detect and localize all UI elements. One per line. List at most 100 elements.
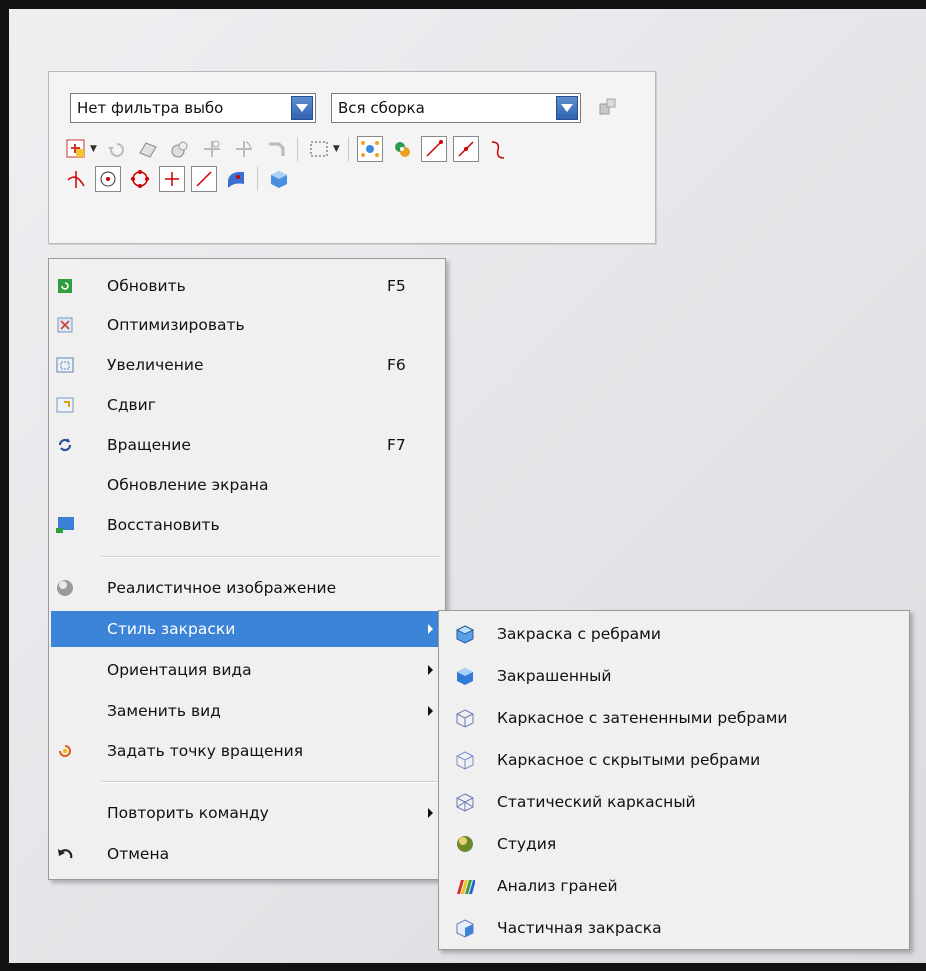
selection-toolbar: Нет фильтра выбо Вся сборка ▼ ▼ [48,71,656,244]
menu-item-label: Анализ граней [497,877,618,895]
toolbar-divider [257,167,258,191]
menu-item-label: Студия [497,835,557,853]
wireframe-dim-icon [455,708,475,728]
static-wireframe-icon [455,792,475,812]
chevron-down-icon[interactable]: ▼ [333,144,340,154]
sphere-icon [55,578,75,598]
control-point-icon[interactable] [485,136,511,162]
menu-item-label: Увеличение [107,356,204,374]
curve-snap-icon[interactable] [231,136,257,162]
shaded-icon [455,666,475,686]
restore-icon [55,515,75,535]
menu-item-label: Повторить команду [107,804,269,822]
chevron-down-icon[interactable] [556,96,578,120]
shaded-cube-icon[interactable] [266,166,292,192]
menu-item-rendering-style[interactable]: Стиль закраски [51,611,443,647]
snap-points-icon[interactable] [356,136,383,162]
menu-item-label: Статический каркасный [497,793,696,811]
menu-item-set-rotation-point[interactable]: Задать точку вращения [51,733,443,769]
arc-center-icon[interactable] [95,166,121,192]
menu-item-label: Стиль закраски [107,620,236,638]
menu-item-orient-view[interactable]: Ориентация вида [51,652,443,688]
view-context-menu: Обновить F5 Оптимизировать Увеличение F6… [48,258,446,880]
menu-item-label: Ориентация вида [107,661,252,679]
fit-icon [55,315,75,335]
menu-item-undo[interactable]: Отмена [51,836,443,872]
rectangle-select-icon[interactable] [306,136,332,162]
menu-item-rotate[interactable]: Вращение F7 [51,427,443,463]
pan-icon [55,395,75,415]
menu-item-shortcut: F6 [387,356,406,374]
general-selection-icon[interactable] [63,136,89,162]
menu-item-label: Заменить вид [107,702,221,720]
toolbar-divider [296,137,298,161]
undo-icon [55,844,75,864]
refresh-icon [55,276,75,296]
toolbar-divider [347,137,349,161]
menu-item-label: Отмена [107,845,170,863]
menu-item-label: Закрашенный [497,667,612,685]
menu-item-pan[interactable]: Сдвиг [51,387,443,423]
midpoint-icon[interactable] [452,136,479,162]
selection-filter-dropdown[interactable]: Нет фильтра выбо [70,93,316,123]
endpoint-icon[interactable] [420,136,447,162]
menu-divider [101,556,439,558]
point-on-surface-icon[interactable] [223,166,249,192]
submenu-item-wireframe-hidden-edges[interactable]: Каркасное с скрытыми ребрами [441,742,907,778]
menu-item-label: Оптимизировать [107,316,245,334]
wireframe-hidden-icon [455,750,475,770]
snap-settings-icon[interactable] [389,136,415,162]
body-icon[interactable] [167,136,193,162]
menu-item-label: Обновить [107,277,186,295]
selection-filter-value: Нет фильтра выбо [77,99,224,117]
submenu-item-shaded-with-edges[interactable]: Закраска с ребрами [441,616,907,652]
submenu-item-shaded[interactable]: Закрашенный [441,658,907,694]
submenu-item-partial-shading[interactable]: Частичная закраска [441,910,907,946]
menu-item-repeat-command[interactable]: Повторить команду [51,795,443,831]
menu-item-label: Вращение [107,436,191,454]
menu-item-label: Каркасное с скрытыми ребрами [497,751,761,769]
existing-point-icon[interactable] [159,166,185,192]
menu-item-regenerate-display[interactable]: Обновление экрана [51,467,443,503]
menu-divider [101,781,439,783]
menu-item-shortcut: F5 [387,277,406,295]
menu-item-label: Закраска с ребрами [497,625,661,643]
menu-item-label: Реалистичное изображение [107,579,337,597]
menu-item-replace-view[interactable]: Заменить вид [51,693,443,729]
assembly-navigator-icon[interactable] [595,94,621,120]
scope-dropdown[interactable]: Вся сборка [331,93,581,123]
intersection-point-icon[interactable] [63,166,89,192]
submenu-item-face-analysis[interactable]: Анализ граней [441,868,907,904]
chevron-down-icon[interactable]: ▼ [90,144,97,154]
face-analysis-icon [455,876,475,896]
menu-item-label: Задать точку вращения [107,742,304,760]
submenu-item-studio[interactable]: Студия [441,826,907,862]
menu-item-shortcut: F7 [387,436,406,454]
menu-item-true-shading[interactable]: Реалистичное изображение [51,570,443,606]
partial-shading-icon [455,918,475,938]
submenu-arrow-icon [428,665,433,675]
menu-item-label: Каркасное с затененными ребрами [497,709,788,727]
menu-item-zoom[interactable]: Увеличение F6 [51,347,443,383]
toolbar-row-2 [63,165,292,193]
menu-item-restore[interactable]: Восстановить [51,507,443,543]
rendering-style-submenu: Закраска с ребрами Закрашенный Каркасное… [438,610,910,950]
scope-value: Вся сборка [338,99,425,117]
menu-item-label: Сдвиг [107,396,156,414]
submenu-item-wireframe-dim-edges[interactable]: Каркасное с затененными ребрами [441,700,907,736]
undo-selection-icon[interactable] [103,136,129,162]
menu-item-fit[interactable]: Оптимизировать [51,307,443,343]
menu-item-refresh[interactable]: Обновить F5 [51,268,443,304]
chevron-down-icon[interactable] [291,96,313,120]
rotate-icon [55,435,75,455]
submenu-arrow-icon [428,624,433,634]
submenu-arrow-icon [428,706,433,716]
quadrant-point-icon[interactable] [127,166,153,192]
point-snap-icon[interactable] [199,136,225,162]
feature-face-icon[interactable] [135,136,161,162]
menu-item-label: Обновление экрана [107,476,269,494]
toolbar-row-1: ▼ ▼ [63,135,511,163]
edge-snap-icon[interactable] [263,136,289,162]
point-on-curve-icon[interactable] [191,166,217,192]
submenu-item-static-wireframe[interactable]: Статический каркасный [441,784,907,820]
